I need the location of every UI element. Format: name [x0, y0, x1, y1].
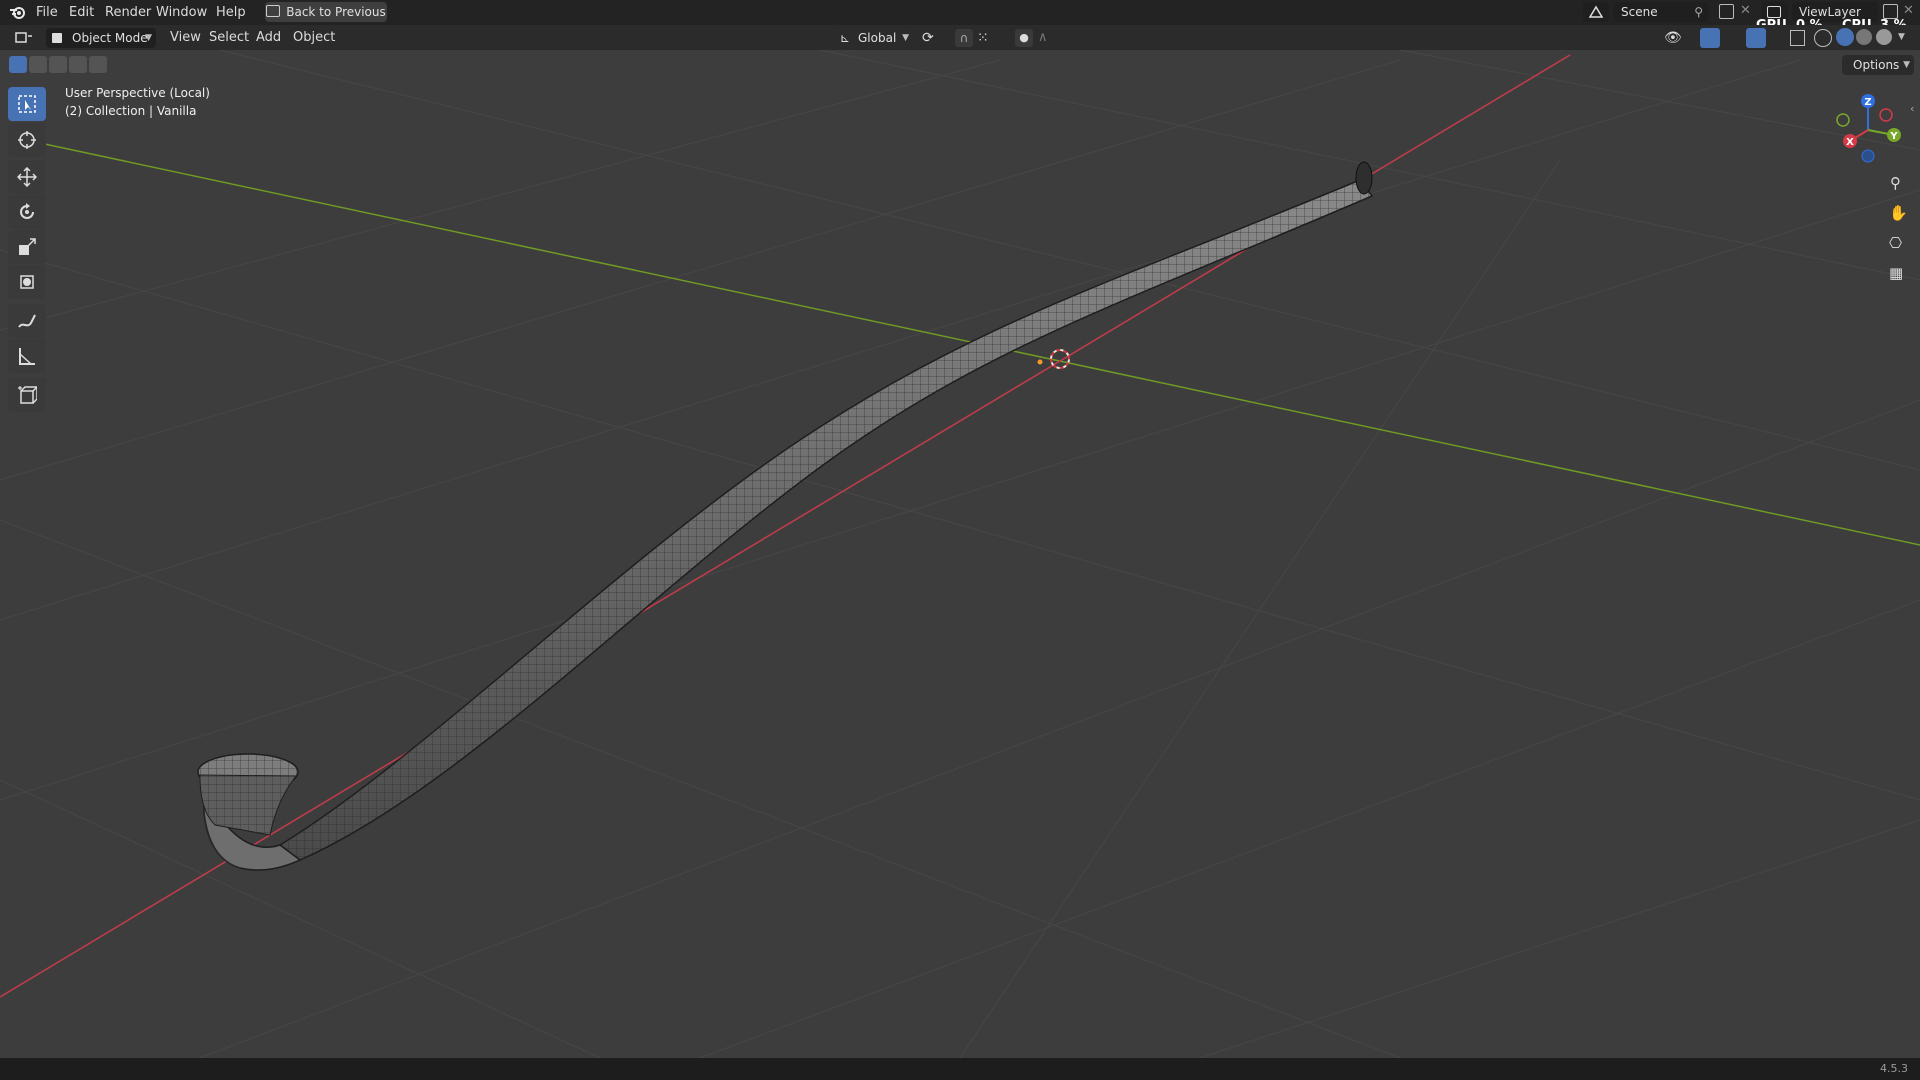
camera-view-button[interactable]: ⎔	[1883, 230, 1911, 258]
menu-file[interactable]: File	[32, 0, 62, 25]
3d-viewport-icon	[15, 32, 32, 43]
collection-label: (2) Collection | Vanilla	[65, 104, 197, 118]
floor-grid	[0, 50, 1920, 1058]
scene-selector[interactable]: Scene ⚲	[1613, 2, 1709, 22]
visibility-icon[interactable]: 👁	[1664, 30, 1682, 46]
xray-toggle-icon[interactable]	[1790, 30, 1805, 46]
tool-scale[interactable]	[8, 230, 46, 264]
navigation-gizmo[interactable]: Z Y X	[1826, 88, 1906, 168]
3d-viewport[interactable]	[0, 50, 1920, 1058]
select-mode-extend[interactable]	[29, 56, 47, 73]
zoom-button[interactable]: ⚲	[1883, 170, 1911, 198]
status-bar: 4.5.3	[0, 1058, 1920, 1080]
object-mode-icon	[52, 33, 62, 43]
shading-material-icon[interactable]	[1856, 29, 1872, 45]
delete-view-layer-icon[interactable]: ✕	[1903, 3, 1914, 18]
svg-text:Y: Y	[1889, 131, 1898, 142]
tool-select-box[interactable]	[8, 87, 46, 121]
menu-select[interactable]: Select	[205, 25, 253, 50]
svg-text:X: X	[1846, 137, 1854, 148]
select-mode-subtract[interactable]	[49, 56, 67, 73]
sidebar-toggle-icon[interactable]: ‹	[1910, 102, 1914, 115]
snap-target-icon[interactable]: ⁙	[977, 30, 989, 46]
back-icon	[266, 5, 281, 17]
back-to-previous-button[interactable]: Back to Previous	[265, 2, 387, 22]
measure-icon	[19, 348, 35, 365]
add-cube-icon	[18, 386, 37, 404]
tool-transform[interactable]	[8, 265, 46, 299]
overlay-toggle-icon[interactable]	[1746, 28, 1766, 48]
tool-move[interactable]	[8, 160, 46, 194]
scene-type-dropdown[interactable]	[1583, 2, 1609, 22]
pin-icon[interactable]: ⚲	[1694, 2, 1703, 22]
blender-logo-icon[interactable]	[9, 5, 27, 20]
view-layer-icon	[1767, 6, 1781, 18]
shading-wireframe-icon[interactable]	[1814, 29, 1832, 47]
options-dropdown[interactable]: Options ▼	[1842, 55, 1914, 75]
delete-scene-icon[interactable]: ✕	[1740, 3, 1751, 18]
perspective-label: User Perspective (Local)	[65, 86, 210, 100]
transform-orientation-dropdown[interactable]: ⊾ Global ▼	[836, 28, 912, 48]
pivot-point-icon[interactable]: ⟳	[922, 30, 934, 46]
gizmo-toggle-icon[interactable]	[1700, 28, 1720, 48]
move-icon	[17, 167, 37, 187]
version-label: 4.5.3	[1880, 1062, 1908, 1075]
cursor-icon	[18, 131, 36, 149]
tool-measure[interactable]	[8, 339, 46, 373]
tool-cursor[interactable]	[8, 123, 46, 157]
grid-icon: ▦	[1889, 264, 1904, 282]
shading-solid-icon[interactable]	[1836, 28, 1854, 46]
zoom-icon: ⚲	[1890, 174, 1901, 192]
options-label: Options	[1853, 58, 1900, 72]
select-box-icon	[18, 95, 36, 113]
pan-button[interactable]: ✋	[1883, 200, 1911, 228]
falloff-icon[interactable]: ∧	[1038, 30, 1048, 45]
tool-rotate[interactable]	[8, 195, 46, 229]
snap-toggle-icon[interactable]: ∩	[955, 29, 973, 47]
chevron-down-icon: ▼	[1903, 60, 1910, 70]
chevron-down-icon: ▼	[902, 33, 909, 43]
object-origin	[1037, 359, 1043, 365]
select-mode-new[interactable]	[9, 56, 27, 73]
menu-view[interactable]: View	[166, 25, 205, 50]
mesh-object-vanilla	[197, 161, 1374, 871]
scale-icon	[19, 238, 36, 255]
menu-help[interactable]: Help	[212, 0, 250, 25]
shading-options-icon[interactable]: ▼	[1898, 32, 1905, 42]
orientation-icon: ⊾	[840, 31, 851, 45]
select-mode-invert[interactable]	[69, 56, 87, 73]
menu-object[interactable]: Object	[289, 25, 339, 50]
chevron-down-icon: ▼	[145, 33, 152, 43]
scene-icon	[1588, 5, 1604, 18]
select-mode-intersect[interactable]	[89, 56, 107, 73]
proportional-editing-icon[interactable]: ●	[1015, 29, 1033, 47]
tube-tip	[1355, 161, 1373, 195]
menu-window[interactable]: Window	[152, 0, 211, 25]
new-view-layer-icon[interactable]	[1883, 4, 1898, 19]
menu-edit[interactable]: Edit	[65, 0, 98, 25]
back-to-previous-label: Back to Previous	[286, 5, 386, 19]
hand-icon: ✋	[1889, 204, 1908, 222]
camera-icon: ⎔	[1889, 234, 1903, 252]
ortho-toggle-button[interactable]: ▦	[1883, 260, 1911, 288]
tool-add-cube[interactable]	[8, 378, 46, 412]
mode-label: Object Mode	[72, 31, 148, 45]
new-scene-icon[interactable]	[1719, 4, 1734, 19]
menu-render[interactable]: Render	[101, 0, 155, 25]
transform-orientation-label: Global	[858, 31, 897, 45]
scene-name: Scene	[1621, 5, 1658, 19]
shading-rendered-icon[interactable]	[1876, 29, 1892, 45]
svg-text:Z: Z	[1864, 97, 1871, 108]
menu-add[interactable]: Add	[252, 25, 285, 50]
annotate-icon	[18, 314, 36, 328]
mode-dropdown[interactable]: Object Mode ▼	[46, 28, 156, 48]
transform-icon	[20, 275, 34, 289]
tool-annotate[interactable]	[8, 304, 46, 338]
rotate-icon	[20, 203, 34, 219]
editor-type-dropdown[interactable]	[11, 28, 39, 48]
